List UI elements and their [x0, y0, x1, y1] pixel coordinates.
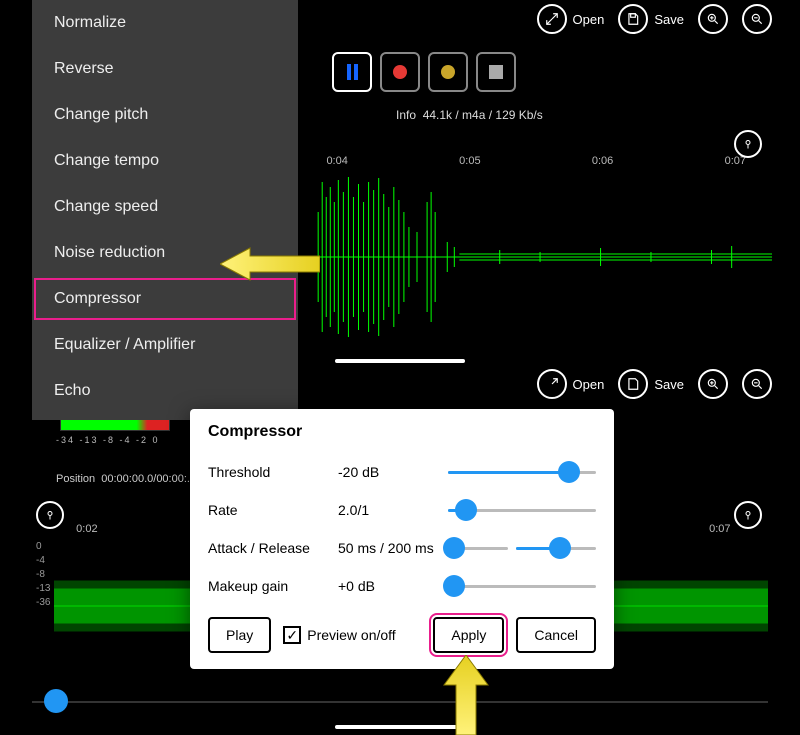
fx-item-echo[interactable]: Echo — [32, 368, 298, 414]
meter-scale: -34 -13 -8 -4 -2 0 — [56, 435, 160, 445]
open-group[interactable]: Open — [537, 4, 605, 34]
annotation-arrow — [220, 244, 320, 284]
toolbar: Open Save — [537, 4, 772, 34]
preview-checkbox[interactable]: ✓ Preview on/off — [283, 626, 395, 644]
screen-top: Open Save Info 44.1k / m4a / 129 Kb/s No… — [0, 0, 800, 365]
gain-slider[interactable] — [448, 585, 596, 588]
rate-value: 2.0/1 — [338, 502, 448, 518]
fx-item-reverse[interactable]: Reverse — [32, 46, 298, 92]
fx-item-equalizer[interactable]: Equalizer / Amplifier — [32, 322, 298, 368]
zoom-out-icon[interactable] — [742, 4, 772, 34]
fx-item-change-tempo[interactable]: Change tempo — [32, 138, 298, 184]
open-label: Open — [573, 377, 605, 392]
save-icon[interactable] — [618, 4, 648, 34]
attack-release-value: 50 ms / 200 ms — [338, 540, 448, 556]
effects-menu: Normalize Reverse Change pitch Change te… — [32, 0, 298, 420]
waveform-svg — [298, 172, 772, 342]
play-button[interactable]: Play — [208, 617, 271, 653]
threshold-slider[interactable] — [448, 471, 596, 474]
toolbar: Open Save — [537, 369, 772, 399]
annotation-arrow — [436, 655, 496, 735]
open-icon[interactable] — [537, 4, 567, 34]
record-button[interactable] — [380, 52, 420, 92]
open-label: Open — [573, 12, 605, 27]
open-icon[interactable] — [537, 369, 567, 399]
apply-button[interactable]: Apply — [433, 617, 504, 653]
fx-item-change-speed[interactable]: Change speed — [32, 184, 298, 230]
info-text: Info 44.1k / m4a / 129 Kb/s — [396, 108, 543, 122]
save-group[interactable]: Save — [618, 369, 684, 399]
stop-button[interactable] — [476, 52, 516, 92]
cancel-button[interactable]: Cancel — [516, 617, 596, 653]
threshold-value: -20 dB — [338, 464, 448, 480]
position-readout: Position 00:00:00.0/00:00:... — [56, 473, 196, 485]
open-group[interactable]: Open — [537, 369, 605, 399]
compressor-dialog: Compressor Threshold -20 dB Rate 2.0/1 A… — [190, 409, 614, 669]
pin-icon[interactable] — [734, 130, 762, 158]
gain-label: Makeup gain — [208, 578, 338, 594]
threshold-label: Threshold — [208, 464, 338, 480]
timeline-ruler: 0:04 0:05 0:06 0:07 — [298, 155, 772, 169]
amplitude-scale: 0 -4 -8 -13 -36 — [36, 541, 50, 611]
save-icon[interactable] — [618, 369, 648, 399]
waveform-display[interactable]: 2 — [298, 172, 772, 342]
pause-button[interactable] — [332, 52, 372, 92]
pin-right-icon[interactable] — [734, 501, 762, 529]
save-label: Save — [654, 12, 684, 27]
zoom-in-icon[interactable] — [698, 4, 728, 34]
checkbox-icon[interactable]: ✓ — [283, 626, 301, 644]
gain-value: +0 dB — [338, 578, 448, 594]
save-label: Save — [654, 377, 684, 392]
playhead-handle[interactable] — [44, 689, 68, 713]
zoom-out-icon[interactable] — [742, 369, 772, 399]
pin-left-icon[interactable] — [36, 501, 64, 529]
zoom-in-icon[interactable] — [698, 369, 728, 399]
release-slider[interactable] — [516, 547, 596, 550]
fx-item-change-pitch[interactable]: Change pitch — [32, 92, 298, 138]
marker-button[interactable] — [428, 52, 468, 92]
attack-release-label: Attack / Release — [208, 540, 338, 556]
home-indicator — [335, 359, 465, 363]
rate-label: Rate — [208, 502, 338, 518]
save-group[interactable]: Save — [618, 4, 684, 34]
transport-controls — [332, 52, 516, 92]
fx-item-normalize[interactable]: Normalize — [32, 0, 298, 46]
scrub-track[interactable] — [32, 701, 768, 703]
preview-label: Preview on/off — [307, 627, 395, 643]
dialog-title: Compressor — [208, 423, 596, 441]
rate-slider[interactable] — [448, 509, 596, 512]
attack-slider[interactable] — [448, 547, 508, 550]
